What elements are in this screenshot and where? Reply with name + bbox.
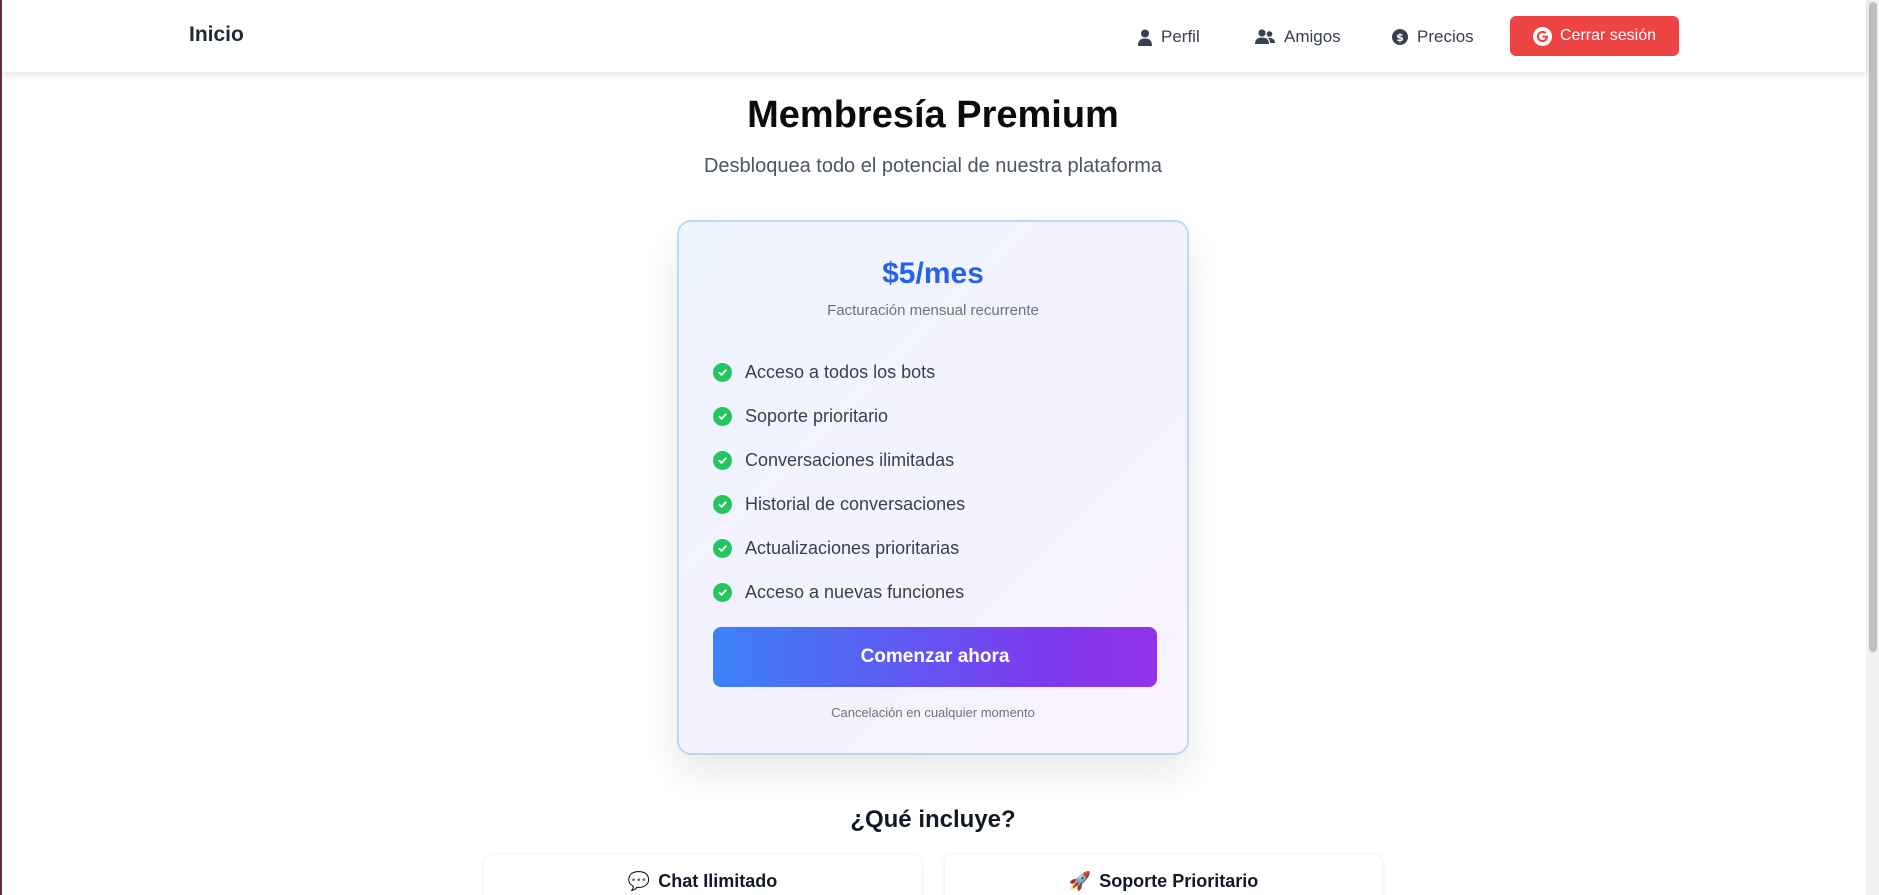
feature-list: Acceso a todos los bots Soporte priorita…: [713, 350, 965, 614]
feature-item: Soporte prioritario: [713, 394, 965, 438]
logout-button[interactable]: Cerrar sesión: [1510, 16, 1679, 56]
cancel-note: Cancelación en cualquier momento: [831, 705, 1035, 720]
start-now-button[interactable]: Comenzar ahora: [713, 627, 1157, 687]
billing-note: Facturación mensual recurrente: [827, 302, 1039, 319]
speech-bubble-icon: 💬: [627, 871, 651, 891]
dollar-circle-icon: $: [1392, 29, 1408, 45]
nav-item-perfil[interactable]: Perfil: [1138, 24, 1200, 50]
check-icon: [713, 450, 732, 470]
include-card-label: Chat Ilimitado: [658, 871, 778, 891]
feature-item: Conversaciones ilimitadas: [713, 438, 965, 482]
plan-price: $5/mes: [882, 257, 984, 290]
check-icon: [713, 538, 732, 558]
feature-item: Historial de conversaciones: [713, 482, 965, 526]
rocket-icon: 🚀: [1068, 871, 1092, 891]
nav-item-precios[interactable]: $ Precios: [1392, 24, 1474, 50]
feature-label: Conversaciones ilimitadas: [745, 449, 955, 470]
includes-title: ¿Qué incluye?: [850, 806, 1016, 833]
user-icon: [1138, 29, 1152, 46]
google-icon: [1532, 26, 1552, 46]
logout-label: Cerrar sesión: [1559, 27, 1657, 44]
feature-label: Acceso a todos los bots: [745, 361, 936, 382]
page-subtitle: Desbloquea todo el potencial de nuestra …: [703, 155, 1163, 177]
feature-label: Historial de conversaciones: [745, 493, 966, 514]
page-scrollbar[interactable]: [1866, 0, 1879, 895]
page-title: Membresía Premium: [747, 94, 1119, 136]
check-icon: [713, 362, 732, 382]
feature-label: Acceso a nuevas funciones: [745, 581, 965, 602]
feature-item: Acceso a todos los bots: [713, 350, 965, 394]
feature-label: Actualizaciones prioritarias: [745, 537, 960, 558]
users-icon: [1255, 29, 1275, 45]
include-card-title: 💬 Chat Ilimitado: [484, 871, 921, 892]
check-icon: [713, 406, 732, 426]
nav-item-amigos[interactable]: Amigos: [1255, 24, 1341, 50]
check-icon: [713, 494, 732, 514]
scrollbar-thumb[interactable]: [1869, 2, 1877, 652]
include-card-title: 🚀 Soporte Prioritario: [945, 871, 1382, 892]
include-card-label: Soporte Prioritario: [1099, 871, 1259, 891]
svg-text:$: $: [1396, 31, 1404, 44]
check-icon: [713, 582, 732, 602]
nav-item-label: Precios: [1417, 27, 1474, 46]
include-card-support: 🚀 Soporte Prioritario: [945, 855, 1382, 895]
nav-item-label: Perfil: [1161, 27, 1200, 46]
brand-link[interactable]: Inicio: [189, 23, 244, 47]
pricing-card: $5/mes Facturación mensual recurrente Ac…: [677, 220, 1189, 755]
nav-item-label: Amigos: [1284, 27, 1341, 46]
feature-item: Actualizaciones prioritarias: [713, 526, 965, 570]
pricing-page: Inicio Perfil Amigos $ Precios Cerrar se…: [0, 0, 1879, 895]
top-navbar: Inicio Perfil Amigos $ Precios Cerrar se…: [2, 0, 1866, 72]
include-card-chat: 💬 Chat Ilimitado: [484, 855, 921, 895]
feature-label: Soporte prioritario: [745, 405, 889, 426]
feature-item: Acceso a nuevas funciones: [713, 570, 965, 614]
